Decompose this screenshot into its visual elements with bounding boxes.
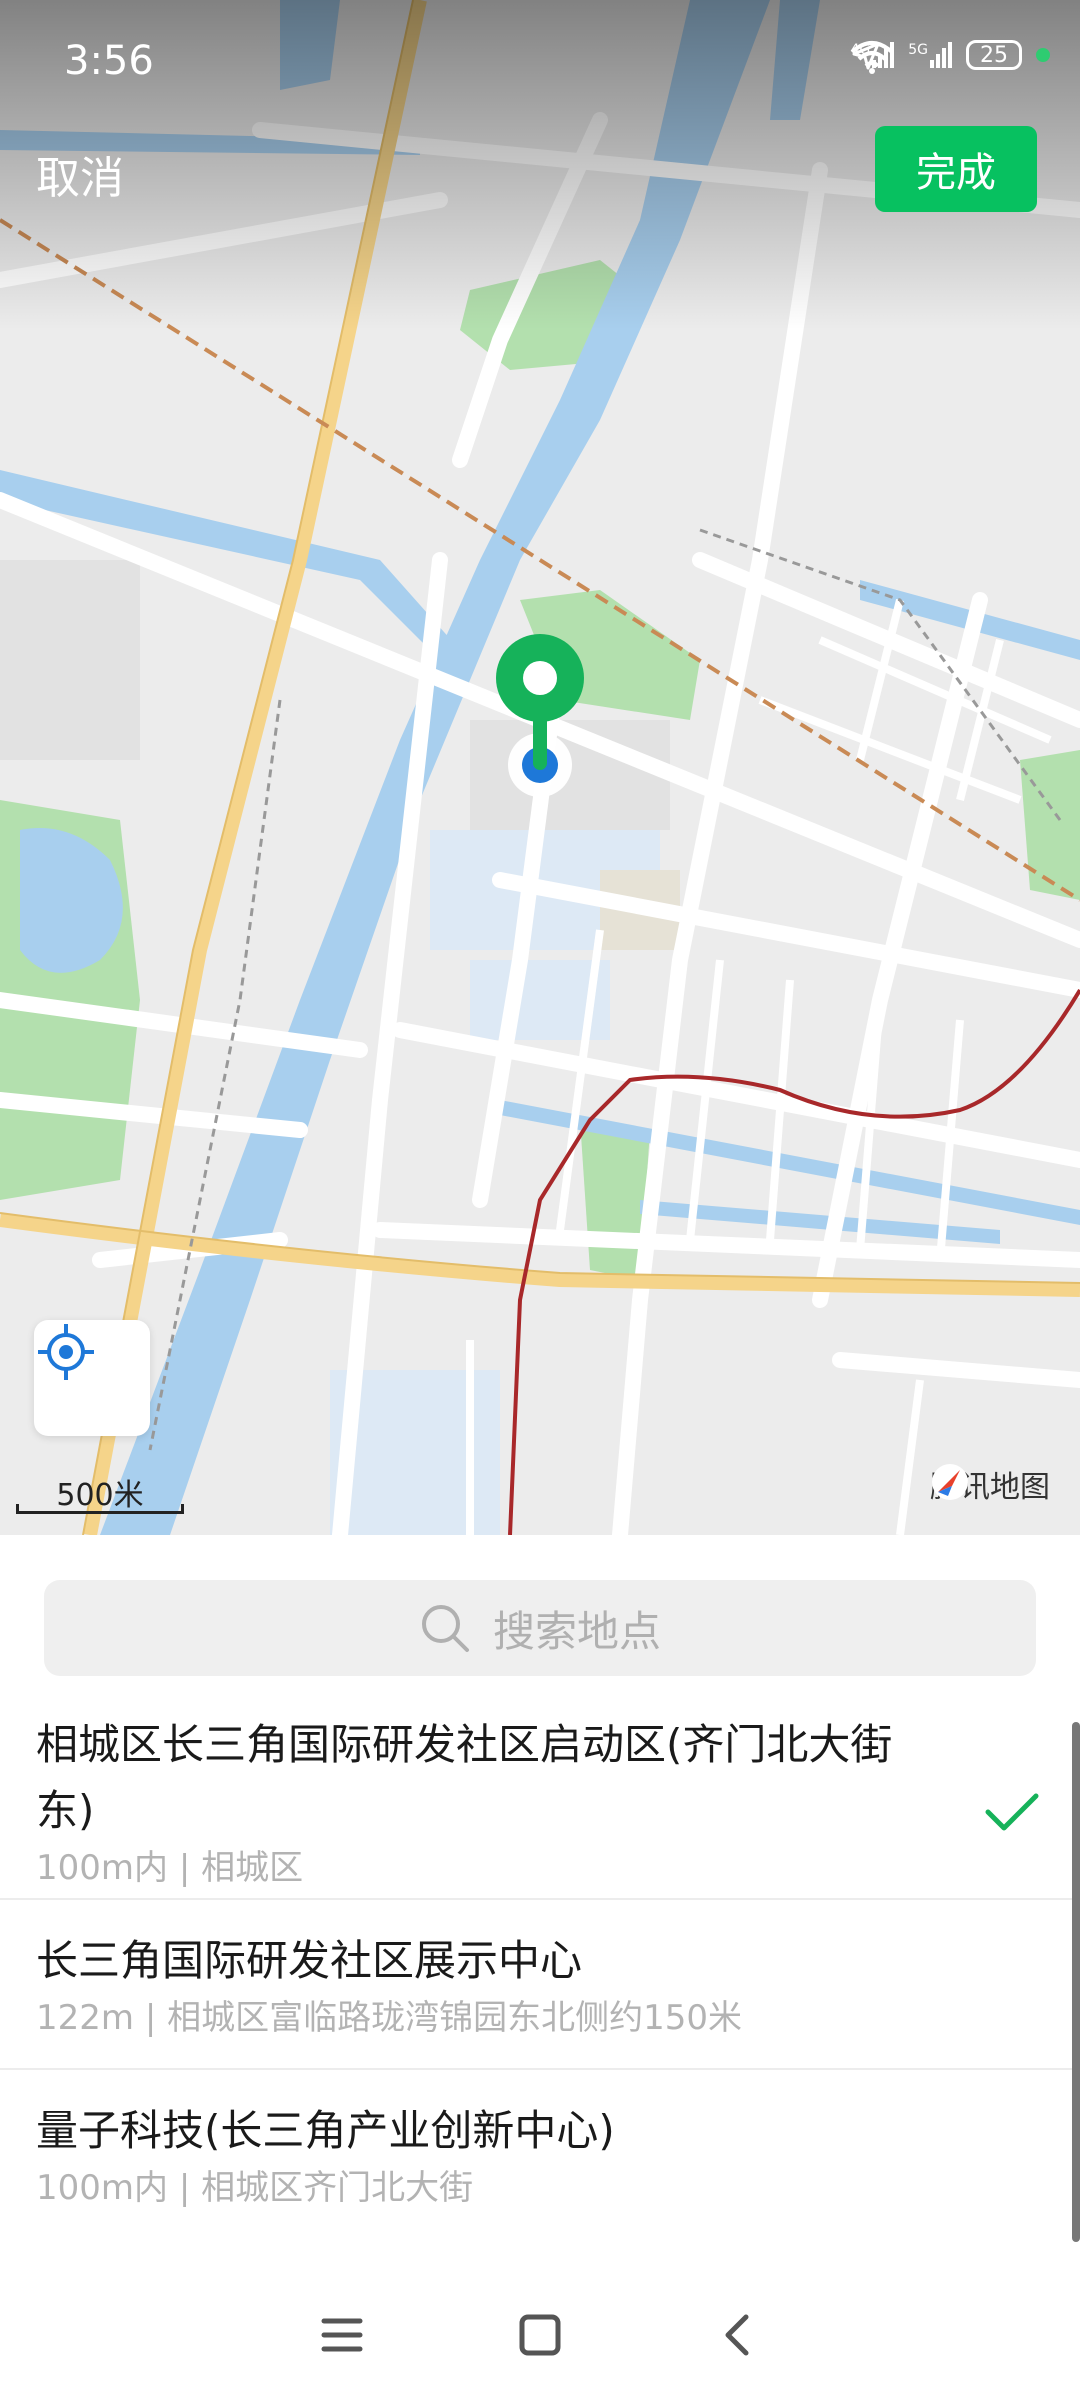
status-bar: 3:56 4G 5G 25 [0, 0, 1080, 125]
map-view[interactable]: 3:56 4G 5G 25 取消 完成 500米 腾讯地图 [0, 0, 1080, 1535]
location-results-list: 相城区长三角国际研发社区启动区(齐门北大街东) 100m内 | 相城区 长三角国… [0, 1700, 1080, 2232]
result-title: 量子科技(长三角产业创新中心) [36, 2106, 615, 2155]
tencent-map-logo-icon [932, 1464, 968, 1500]
search-placeholder: 搜索地点 [492, 1606, 661, 1656]
status-time: 3:56 [64, 38, 154, 84]
map-scale: 500米 [16, 1470, 184, 1514]
check-icon [985, 1793, 1039, 1831]
menu-icon[interactable] [318, 2313, 366, 2357]
result-item[interactable]: 相城区长三角国际研发社区启动区(齐门北大街东) 100m内 | 相城区 [0, 1700, 1080, 1900]
search-icon [421, 1605, 469, 1652]
list-scrollbar[interactable] [1072, 1722, 1080, 2242]
crosshair-icon [38, 1324, 94, 1380]
privacy-indicator-dot [1036, 48, 1050, 62]
result-subtitle: 122m | 相城区富临路珑湾锦园东北侧约150米 [36, 1998, 742, 2038]
status-icons: 4G 5G 25 [850, 40, 1050, 74]
system-nav-bar [0, 2270, 1080, 2400]
signal-5g-label: 5G [908, 42, 928, 58]
done-button[interactable]: 完成 [875, 126, 1037, 212]
done-label: 完成 [916, 150, 996, 196]
home-icon[interactable] [516, 2311, 564, 2359]
search-input[interactable]: 搜索地点 [44, 1580, 1036, 1676]
wifi-icon [851, 41, 894, 74]
result-title: 长三角国际研发社区展示中心 [36, 1936, 583, 1985]
result-item[interactable]: 量子科技(长三角产业创新中心) 100m内 | 相城区齐门北大街 [0, 2070, 1080, 2232]
battery-level: 25 [980, 42, 1008, 68]
scale-bar [16, 1504, 184, 1514]
map-provider-logo: 腾讯地图 [930, 1462, 1050, 1506]
result-title: 相城区长三角国际研发社区启动区(齐门北大街东) [36, 1720, 893, 1835]
result-item[interactable]: 长三角国际研发社区展示中心 122m | 相城区富临路珑湾锦园东北侧约150米 [0, 1900, 1080, 2070]
cancel-button[interactable]: 取消 [36, 142, 124, 206]
back-icon[interactable] [714, 2311, 762, 2359]
signal-5g-icon: 5G [908, 42, 952, 68]
battery-icon: 25 [966, 40, 1022, 70]
result-subtitle: 100m内 | 相城区 [36, 1848, 304, 1888]
result-subtitle: 100m内 | 相城区齐门北大街 [36, 2168, 474, 2208]
locate-me-button[interactable] [34, 1320, 150, 1436]
